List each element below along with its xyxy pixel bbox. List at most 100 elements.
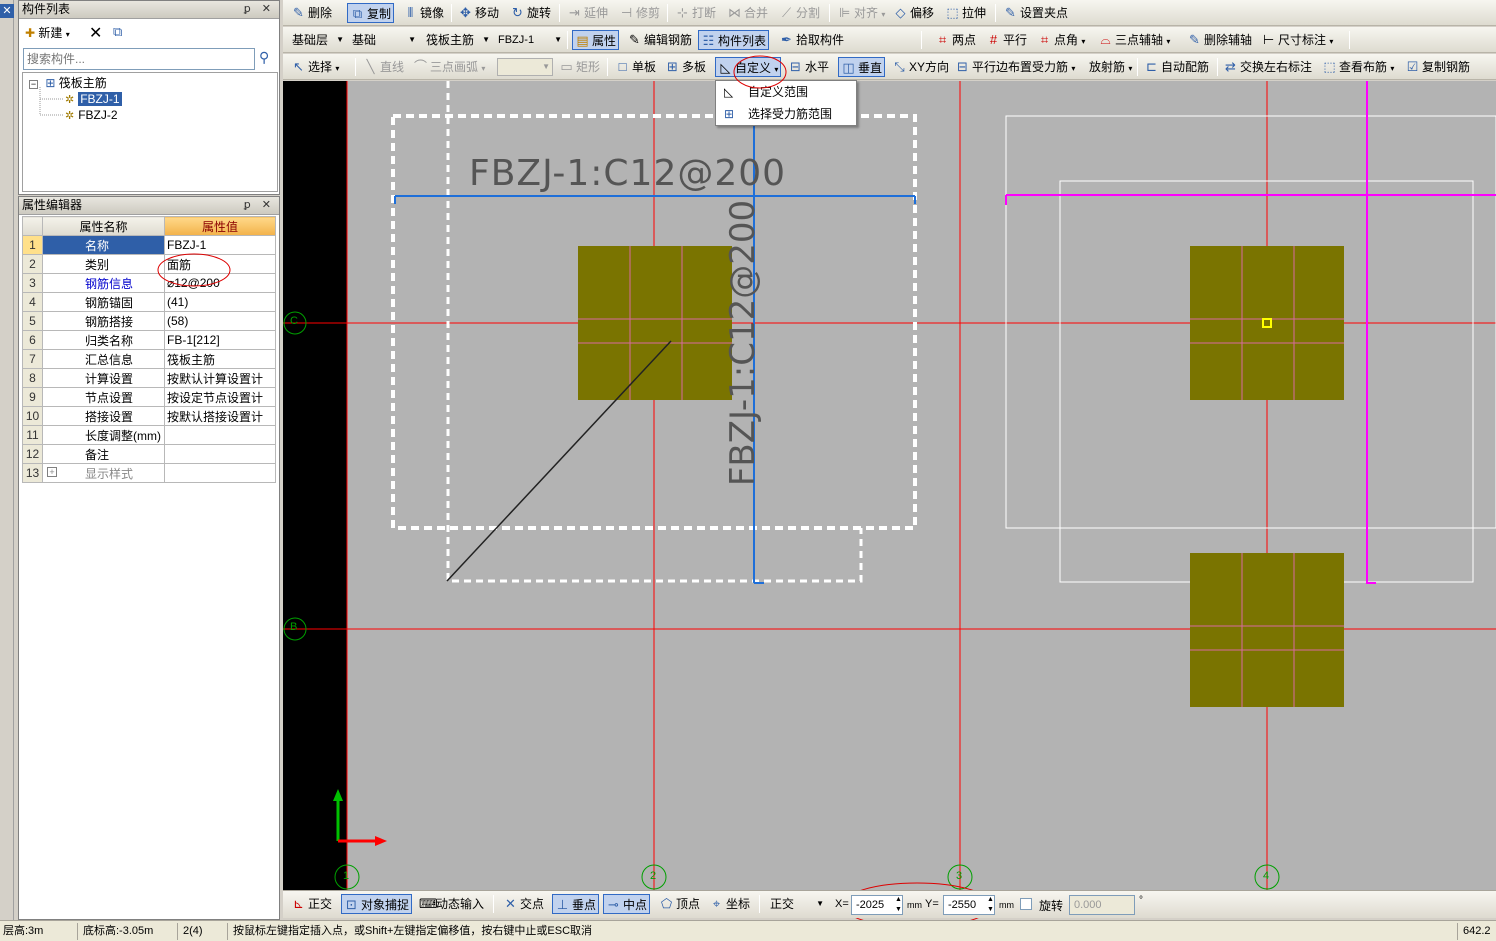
merge-button[interactable]: ⋈ 合并 bbox=[725, 3, 770, 23]
property-row[interactable]: 1 名称 FBZJ-1 bbox=[22, 235, 276, 255]
merge-label: 合并 bbox=[744, 6, 769, 20]
x-spin-icon[interactable]: ▲ ▼ bbox=[895, 895, 902, 915]
property-row[interactable]: 11 长度调整(mm) bbox=[22, 425, 276, 445]
arc-button[interactable]: ⌒ 三点画弧 ▾ bbox=[411, 57, 487, 77]
view-rebar-button[interactable]: ⬚ 查看布筋 ▾ bbox=[1320, 57, 1396, 77]
close-icon[interactable]: ✕ bbox=[0, 4, 14, 18]
intersection-snap[interactable]: ✕ 交点 bbox=[501, 894, 546, 914]
break-button[interactable]: ⊹ 打断 bbox=[673, 3, 718, 23]
property-value[interactable]: ⌀12@200 bbox=[164, 273, 276, 293]
rotate-angle-input[interactable]: 0.000 bbox=[1069, 895, 1135, 915]
xy-direction-button[interactable]: ⤡ XY方向 bbox=[890, 57, 951, 77]
single-slab-icon: □ bbox=[618, 59, 627, 74]
property-row[interactable]: 5 钢筋搭接 (58) bbox=[22, 311, 276, 331]
extend-button[interactable]: ⇥ 延伸 bbox=[565, 3, 610, 23]
radial-rebar-button[interactable]: 放射筋 ▾ bbox=[1087, 57, 1134, 77]
select-button[interactable]: ↖ 选择 ▾ bbox=[289, 57, 341, 77]
property-value[interactable] bbox=[164, 463, 276, 483]
ortho-mode-select[interactable]: 正交 ▼ bbox=[767, 895, 827, 913]
split-button[interactable]: ⟋ 分割 bbox=[777, 3, 822, 23]
midpoint-snap[interactable]: ⊸ 中点 bbox=[603, 894, 651, 914]
mirror-button[interactable]: ⫴ 镜像 bbox=[401, 3, 446, 23]
expand-icon[interactable]: + bbox=[47, 467, 57, 477]
floor-select[interactable]: 基础层 ▼ bbox=[289, 31, 347, 49]
menu-item-custom-range[interactable]: ◺ 自定义范围 bbox=[718, 82, 854, 103]
property-value[interactable]: (41) bbox=[164, 292, 276, 312]
property-row[interactable]: 3 钢筋信息 ⌀12@200 bbox=[22, 273, 276, 293]
panel-pin-close-icons[interactable]: ꝑ ✕ bbox=[244, 197, 275, 214]
move-button[interactable]: ✥ 移动 bbox=[456, 3, 501, 23]
panel-pin-close-icons[interactable]: ꝑ ✕ bbox=[244, 1, 275, 18]
parallel-edge-rebar-button[interactable]: ⊟ 平行边布置受力筋 ▾ bbox=[953, 57, 1077, 77]
property-value[interactable] bbox=[164, 425, 276, 445]
parallel-axis-button[interactable]: # 平行 bbox=[984, 30, 1029, 50]
y-spin-icon[interactable]: ▲ ▼ bbox=[987, 895, 994, 915]
ortho-toggle[interactable]: ⊾ 正交 bbox=[289, 894, 334, 914]
trim-button[interactable]: ⊣ 修剪 bbox=[617, 3, 662, 23]
stretch-button[interactable]: ⬚ 拉伸 bbox=[943, 3, 988, 23]
rotate-button[interactable]: ↻ 旋转 bbox=[508, 3, 553, 23]
dynamic-input-toggle[interactable]: ⌨动态输入 bbox=[417, 894, 486, 914]
multi-slab-button[interactable]: ⊞ 多板 bbox=[663, 57, 708, 77]
delete-axis-button[interactable]: ✎ 删除辅轴 bbox=[1185, 30, 1254, 50]
property-value[interactable]: FBZJ-1 bbox=[164, 235, 276, 255]
property-value[interactable]: 按默认搭接设置计 bbox=[164, 406, 276, 426]
property-value[interactable]: FB-1[212] bbox=[164, 330, 276, 350]
object-snap-toggle[interactable]: ⊡ 对象捕捉 bbox=[341, 894, 413, 914]
property-value[interactable]: (58) bbox=[164, 311, 276, 331]
property-row[interactable]: 8 计算设置 按默认计算设置计 bbox=[22, 368, 276, 388]
property-row[interactable]: 7 汇总信息 筏板主筋 bbox=[22, 349, 276, 369]
property-row[interactable]: 2 类别 面筋 bbox=[22, 254, 276, 274]
property-row[interactable]: 12 备注 bbox=[22, 444, 276, 464]
property-row[interactable]: 9 节点设置 按设定节点设置计 bbox=[22, 387, 276, 407]
property-row[interactable]: 4 钢筋锚固 (41) bbox=[22, 292, 276, 312]
component-select[interactable]: FBZJ-1 ▼ bbox=[495, 31, 565, 49]
offset-button[interactable]: ◇ 偏移 bbox=[891, 3, 936, 23]
properties-button[interactable]: ▤ 属性 bbox=[572, 30, 620, 50]
type-select[interactable]: 筏板主筋 ▼ bbox=[423, 31, 493, 49]
component-search-input[interactable] bbox=[23, 48, 255, 70]
set-grip-button[interactable]: ✎ 设置夹点 bbox=[1001, 3, 1070, 23]
perpendicular-snap[interactable]: ⊥ 垂点 bbox=[552, 894, 600, 914]
align-button[interactable]: ⊫ 对齐 ▾ bbox=[835, 3, 887, 23]
category-select[interactable]: 基础 ▼ bbox=[349, 31, 419, 49]
coordinate-snap[interactable]: ⌖ 坐标 bbox=[707, 894, 752, 914]
rotate-checkbox[interactable] bbox=[1020, 898, 1032, 910]
point-angle-button[interactable]: ⌗ 点角 ▾ bbox=[1035, 30, 1087, 50]
property-value[interactable]: 按设定节点设置计 bbox=[164, 387, 276, 407]
drawing-canvas[interactable]: FBZJ-1:C12@200 FBZJ-1:C12@200 C B 1 2 3 … bbox=[283, 81, 1496, 890]
component-list-button[interactable]: ☷ 构件列表 bbox=[698, 30, 770, 50]
auto-rebar-button[interactable]: ⊏ 自动配筋 bbox=[1142, 57, 1211, 77]
three-point-axis-button[interactable]: ⌓ 三点辅轴 ▾ bbox=[1096, 30, 1172, 50]
edit-rebar-button[interactable]: ✎ 编辑钢筋 bbox=[625, 30, 694, 50]
copy-button[interactable]: ⧉ 复制 bbox=[347, 3, 395, 23]
delete-button[interactable]: ✎ 删除 bbox=[289, 3, 334, 23]
drawing-svg[interactable] bbox=[283, 81, 1496, 890]
copy-component-icon[interactable]: ⧉ bbox=[113, 24, 122, 40]
property-row[interactable]: 6 归类名称 FB-1[212] bbox=[22, 330, 276, 350]
two-point-axis-button[interactable]: ⌗ 两点 bbox=[933, 30, 978, 50]
pick-component-button[interactable]: ✒ 拾取构件 bbox=[777, 30, 846, 50]
menu-item-select-range[interactable]: ⊞ 选择受力筋范围 bbox=[718, 104, 854, 125]
search-icon[interactable]: ⚲ bbox=[259, 49, 269, 66]
property-row[interactable]: 10 搭接设置 按默认搭接设置计 bbox=[22, 406, 276, 426]
copy-rebar-button[interactable]: ☑ 复制钢筋 bbox=[1403, 57, 1472, 77]
rectangle-button[interactable]: ▭ 矩形 bbox=[557, 57, 602, 77]
property-value[interactable]: 筏板主筋 bbox=[164, 349, 276, 369]
move-icon: ✥ bbox=[460, 5, 471, 20]
line-button[interactable]: ╲ 直线 bbox=[361, 57, 406, 77]
vertex-snap[interactable]: ⬠ 顶点 bbox=[657, 894, 702, 914]
property-value[interactable]: 按默认计算设置计 bbox=[164, 368, 276, 388]
property-value[interactable]: 面筋 bbox=[164, 254, 276, 274]
custom-button[interactable]: ◺ 自定义 ▾ bbox=[715, 57, 782, 77]
arc-options-select[interactable]: ▼ bbox=[497, 58, 553, 76]
dimension-button[interactable]: ⊢ 尺寸标注 ▾ bbox=[1259, 30, 1335, 50]
property-row[interactable]: 13 + 显示样式 bbox=[22, 463, 276, 483]
delete-component-icon[interactable]: ✕ bbox=[89, 23, 102, 43]
property-value[interactable] bbox=[164, 444, 276, 464]
vertical-button[interactable]: ◫ 垂直 bbox=[838, 57, 886, 77]
swap-labels-button[interactable]: ⇄ 交换左右标注 bbox=[1221, 57, 1314, 77]
single-slab-button[interactable]: □ 单板 bbox=[613, 57, 658, 77]
horizontal-button[interactable]: ⊟ 水平 bbox=[786, 57, 831, 77]
new-component-button[interactable]: ✚ 新建 ▾ bbox=[25, 24, 70, 44]
